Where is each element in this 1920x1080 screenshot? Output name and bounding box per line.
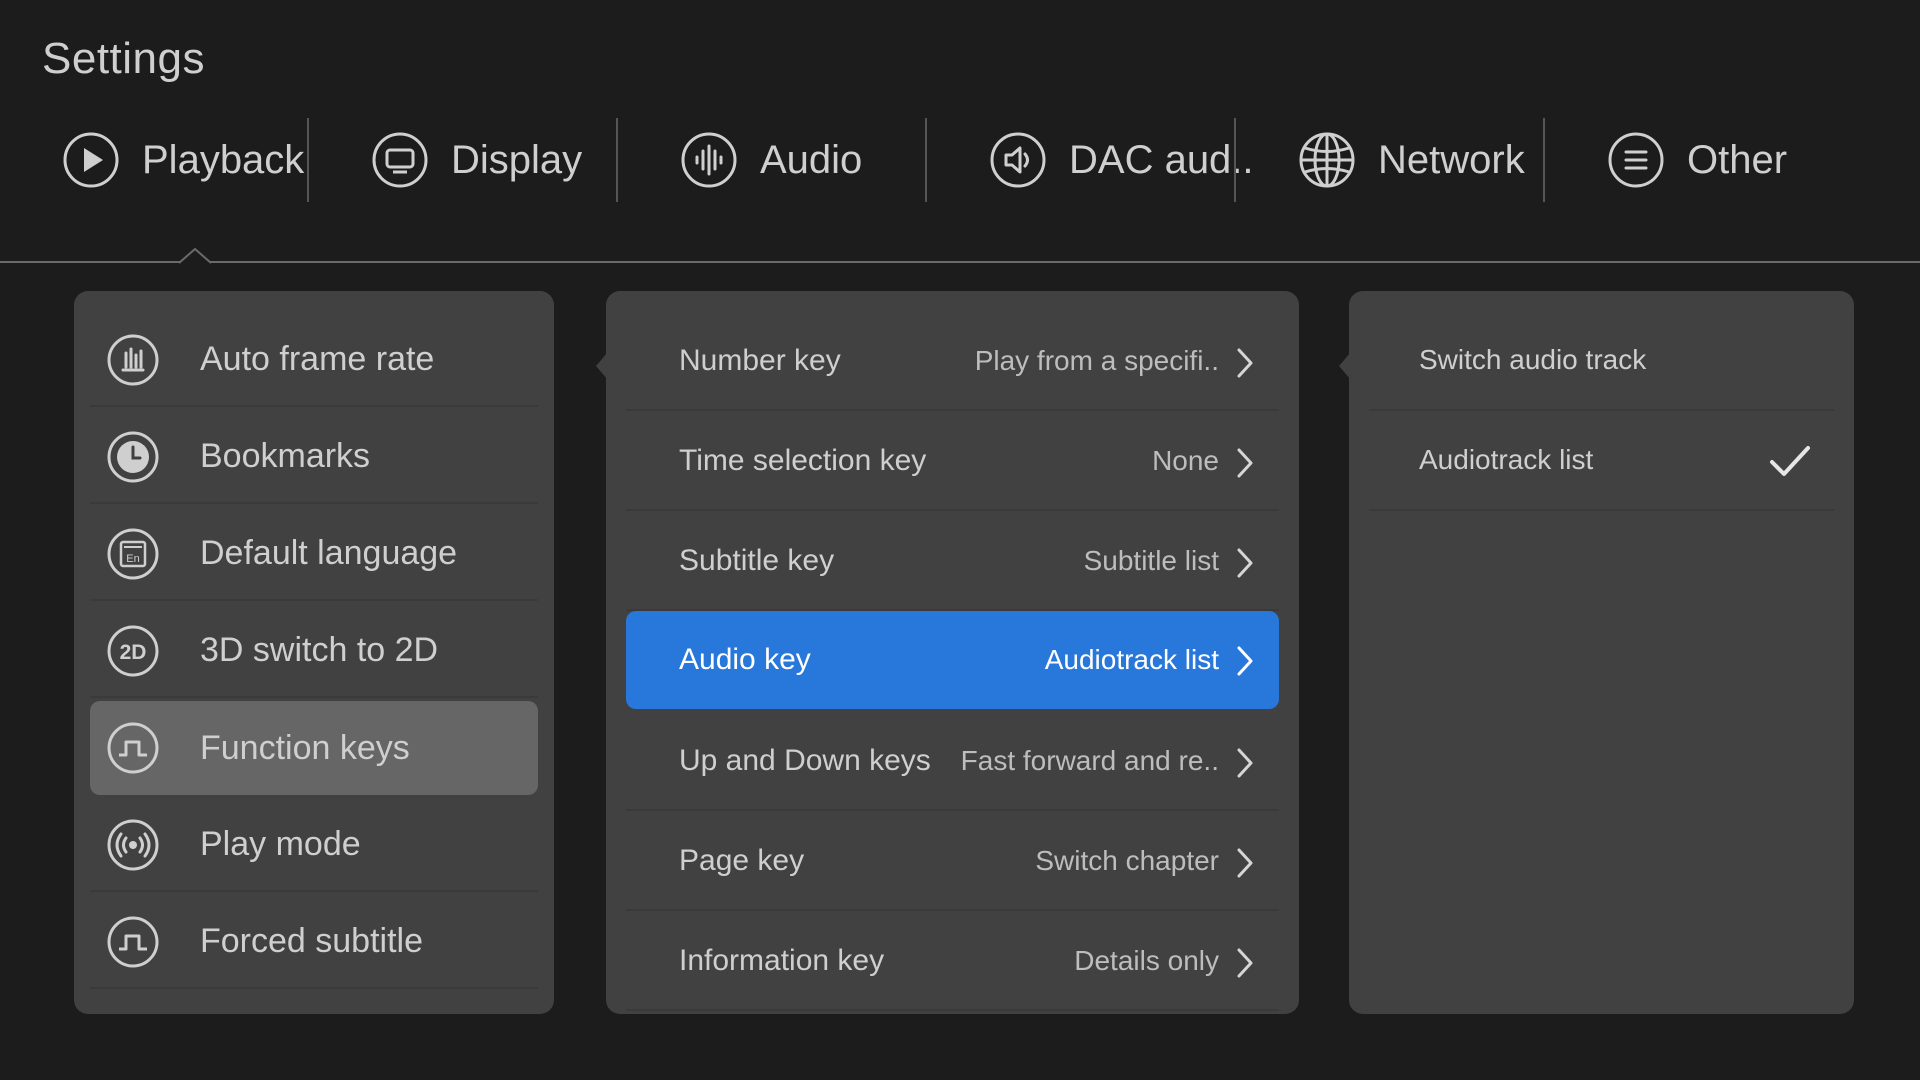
key-value: Fast forward and re..: [960, 745, 1219, 776]
tab-network[interactable]: Network: [1236, 118, 1545, 202]
key-label: Up and Down keys: [679, 744, 931, 777]
function-key-audio-key[interactable]: Audio key Audiotrack list: [626, 611, 1279, 709]
tab-divider: [0, 261, 1920, 263]
option-label: Audiotrack list: [1419, 444, 1594, 475]
chevron-right-icon: [1237, 548, 1253, 578]
menu-item-label: Play mode: [200, 824, 361, 863]
checkmark-icon: [1770, 446, 1810, 476]
language-icon: En: [106, 527, 160, 581]
menu-item-function-keys[interactable]: Function keys: [90, 701, 538, 795]
key-label: Number key: [679, 344, 841, 377]
menu-item-label: Default language: [200, 533, 458, 572]
key-label: Audio key: [679, 643, 811, 676]
menu-item-label: Function keys: [200, 728, 410, 767]
menu-item-label: Forced subtitle: [200, 921, 423, 960]
option-label: Switch audio track: [1419, 344, 1647, 375]
audio-wave-icon: [680, 131, 738, 189]
key-label: Subtitle key: [679, 544, 835, 577]
chevron-right-icon: [1237, 348, 1253, 378]
function-keys-panel: Number key Play from a specifi.. Time se…: [606, 291, 1299, 1014]
option-switch-audio-track[interactable]: Switch audio track: [1369, 311, 1834, 411]
chevron-right-icon: [1237, 646, 1253, 676]
chevron-right-icon: [1237, 448, 1253, 478]
playback-menu-panel: Auto frame rate Bookmarks En Default lan…: [74, 291, 554, 1014]
function-key-number-key[interactable]: Number key Play from a specifi..: [626, 313, 1279, 411]
option-audiotrack-list[interactable]: Audiotrack list: [1369, 411, 1834, 511]
key-label: Page key: [679, 844, 805, 877]
key-label: Time selection key: [679, 444, 927, 477]
menu-item-bookmarks[interactable]: Bookmarks: [90, 410, 538, 504]
svg-text:2D: 2D: [120, 641, 147, 664]
svg-text:En: En: [126, 553, 139, 565]
pulse-icon: [106, 915, 160, 969]
audio-key-options-panel: Switch audio track Audiotrack list: [1349, 291, 1854, 1014]
bar-chart-icon: [106, 333, 160, 387]
menu-item-default-language[interactable]: En Default language: [90, 507, 538, 601]
tab-label: Playback: [142, 137, 305, 182]
function-key-up-and-down-keys[interactable]: Up and Down keys Fast forward and re..: [626, 713, 1279, 811]
menu-item-label: Bookmarks: [200, 436, 371, 475]
chevron-right-icon: [1237, 748, 1253, 778]
menu-item-3d-switch-to-2d[interactable]: 2D 3D switch to 2D: [90, 604, 538, 698]
tab-label: Other: [1687, 137, 1788, 182]
function-key-time-selection-key[interactable]: Time selection key None: [626, 413, 1279, 511]
tab-playback[interactable]: Playback: [0, 118, 309, 202]
chevron-right-icon: [1237, 848, 1253, 878]
tab-label: Audio: [760, 137, 863, 182]
menu-item-label: Auto frame rate: [200, 339, 435, 378]
pulse-icon: [106, 721, 160, 775]
tab-label: Network: [1378, 137, 1525, 182]
chevron-right-icon: [1237, 948, 1253, 978]
function-key-page-key[interactable]: Page key Switch chapter: [626, 813, 1279, 911]
globe-icon: [1298, 131, 1356, 189]
tab-display[interactable]: Display: [309, 118, 618, 202]
display-icon: [371, 131, 429, 189]
key-value: Switch chapter: [1035, 845, 1219, 876]
play-icon: [62, 131, 120, 189]
menu-item-auto-frame-rate[interactable]: Auto frame rate: [90, 313, 538, 407]
tab-label: Display: [451, 137, 583, 182]
tab-bar: Playback Display Audio DAC aud.. Network…: [0, 118, 1920, 202]
settings-screen: Settings Playback Display Audio DAC aud.…: [0, 0, 1920, 1080]
active-tab-pointer: [179, 248, 211, 264]
speaker-icon: [989, 131, 1047, 189]
key-label: Information key: [679, 944, 885, 977]
key-value: Details only: [1074, 945, 1219, 976]
function-key-subtitle-key[interactable]: Subtitle key Subtitle list: [626, 513, 1279, 611]
key-value: None: [1152, 445, 1219, 476]
key-value: Subtitle list: [1083, 545, 1219, 576]
2d-icon: 2D: [106, 624, 160, 678]
page-title: Settings: [42, 34, 205, 83]
key-value: Play from a specifi..: [974, 345, 1219, 376]
menu-item-label: 3D switch to 2D: [200, 630, 439, 669]
menu-item-play-mode[interactable]: Play mode: [90, 798, 538, 892]
tab-label: DAC aud..: [1069, 137, 1254, 182]
clock-icon: [106, 430, 160, 484]
broadcast-icon: [106, 818, 160, 872]
tab-audio[interactable]: Audio: [618, 118, 927, 202]
menu-item-forced-subtitle[interactable]: Forced subtitle: [90, 895, 538, 989]
menu-lines-icon: [1607, 131, 1665, 189]
function-key-information-key[interactable]: Information key Details only: [626, 913, 1279, 1011]
tab-other[interactable]: Other: [1545, 118, 1854, 202]
tab-dac-audio[interactable]: DAC aud..: [927, 118, 1254, 202]
key-value: Audiotrack list: [1044, 644, 1219, 675]
